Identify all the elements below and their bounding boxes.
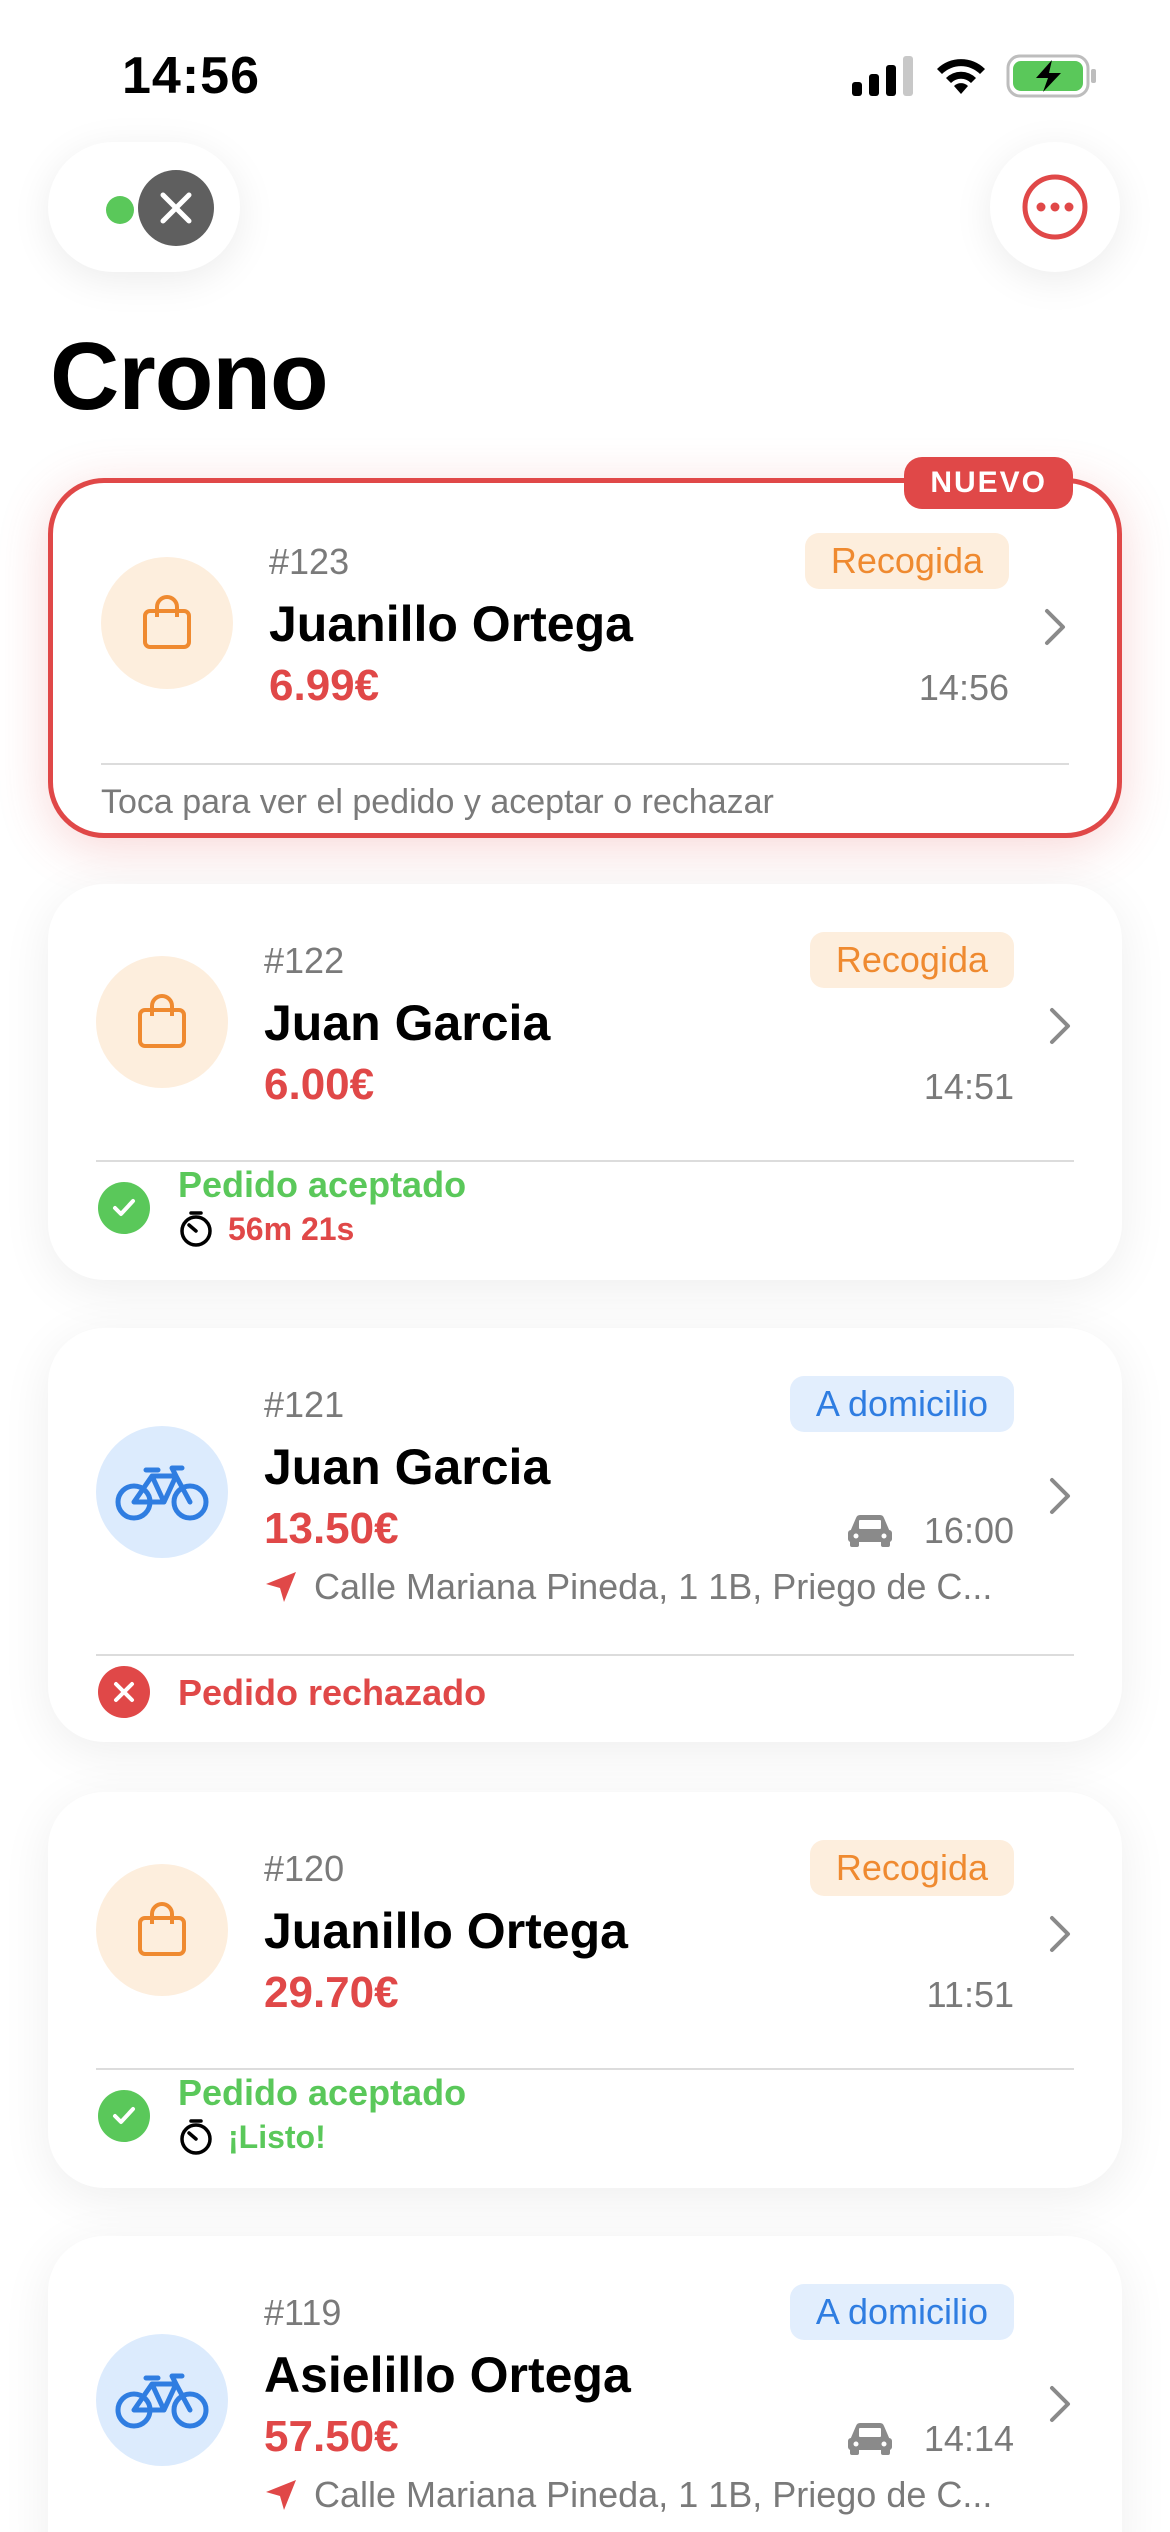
order-time: 14:14 [923,2418,1014,2459]
order-card-119[interactable]: #119 A domicilio Asielillo Ortega 57.50€… [48,2236,1122,2532]
order-status: Pedido rechazado [178,1672,487,1713]
order-price: 29.70€ [264,1968,399,2017]
chevron-right-icon [1050,1008,1070,1044]
stopwatch-icon [180,1211,212,1247]
order-type-badge: A domicilio [789,1376,1014,1432]
order-card-121[interactable]: #121 A domicilio Juan Garcia 13.50€ 16:0… [48,1328,1122,1742]
order-time: 11:51 [926,1974,1014,2015]
delivery-address: Calle Mariana Pineda, 1 1B, Priego de C.… [314,1566,993,1607]
online-indicator [106,196,134,224]
order-price: 57.50€ [264,2412,399,2461]
order-price: 6.00€ [264,1060,375,1109]
order-type-badge: Recogida [809,932,1014,988]
order-price: 6.99€ [269,661,380,710]
order-number: #122 [264,940,345,981]
delivery-address: Calle Mariana Pineda, 1 1B, Priego de C.… [314,2474,993,2515]
car-icon [848,1515,892,1547]
shopping-bag-icon [101,557,233,689]
ready-status: ¡Listo! [228,2118,326,2155]
ellipsis-circle-icon [1022,174,1088,240]
customer-name: Juan Garcia [264,1439,551,1495]
chevron-right-icon [1045,609,1065,645]
timer-row: ¡Listo! [178,2118,326,2156]
divider [96,1160,1074,1162]
shopping-bag-icon [96,956,228,1088]
chevron-right-icon [1050,1478,1070,1514]
chevron-right-icon [1050,1916,1070,1952]
order-number: #121 [264,1384,345,1425]
customer-name: Juanillo Ortega [269,596,633,652]
new-badge: NUEVO [904,457,1073,509]
close-icon [160,192,192,224]
shopping-bag-icon [96,1864,228,1996]
checkmark-circle-icon [98,1182,150,1234]
action-hint: Toca para ver el pedido y aceptar o rech… [101,783,774,821]
order-number: #119 [264,2292,342,2333]
order-status: Pedido aceptado [178,1164,467,1205]
x-circle-icon [98,1666,150,1718]
customer-name: Asielillo Ortega [264,2347,631,2403]
order-card-120[interactable]: #120 Recogida Juanillo Ortega 29.70€ 11:… [48,1792,1122,2188]
car-icon [848,2423,892,2455]
order-type-badge: Recogida [804,533,1009,589]
order-time: 14:56 [918,667,1009,708]
status-time: 14:56 [122,47,260,105]
bicycle-icon [96,1426,228,1558]
chevron-right-icon [1050,2386,1070,2422]
customer-name: Juan Garcia [264,995,551,1051]
orders-screen: 14:56 Crono NUEVO #123 Recogida Juanillo… [0,0,1170,2532]
order-price: 13.50€ [264,1504,399,1553]
close-button[interactable] [138,170,214,246]
battery-charging-icon [1006,54,1096,98]
divider [96,2068,1074,2070]
wifi-icon [937,59,985,94]
bicycle-icon [96,2334,228,2466]
page-title: Crono [50,323,329,430]
stopwatch-icon [180,2119,212,2155]
customer-name: Juanillo Ortega [264,1903,628,1959]
order-type-badge: A domicilio [789,2284,1014,2340]
timer-row: 56m 21s [178,1210,354,1248]
order-card-122[interactable]: #122 Recogida Juan Garcia 6.00€ 14:51 Pe… [48,884,1122,1280]
order-number: #123 [269,541,350,582]
cellular-signal-icon [852,56,913,96]
address-row: Calle Mariana Pineda, 1 1B, Priego de C.… [264,2474,1044,2516]
order-type-badge: Recogida [809,1840,1014,1896]
checkmark-circle-icon [98,2090,150,2142]
order-time: 16:00 [923,1510,1014,1551]
divider [101,763,1069,765]
more-options-button[interactable] [990,142,1120,272]
order-number: #120 [264,1848,345,1889]
live-status-pill [48,142,240,272]
order-card-123[interactable]: NUEVO #123 Recogida Juanillo Ortega 6.99… [48,457,1122,838]
divider [96,1654,1074,1656]
location-arrow-icon [266,1572,296,1602]
order-status: Pedido aceptado [178,2072,467,2113]
address-row: Calle Mariana Pineda, 1 1B, Priego de C.… [264,1566,1044,1608]
status-bar: 14:56 [0,0,1170,150]
elapsed-timer: 56m 21s [228,1210,355,1247]
order-time: 14:51 [923,1066,1014,1107]
location-arrow-icon [266,2480,296,2510]
